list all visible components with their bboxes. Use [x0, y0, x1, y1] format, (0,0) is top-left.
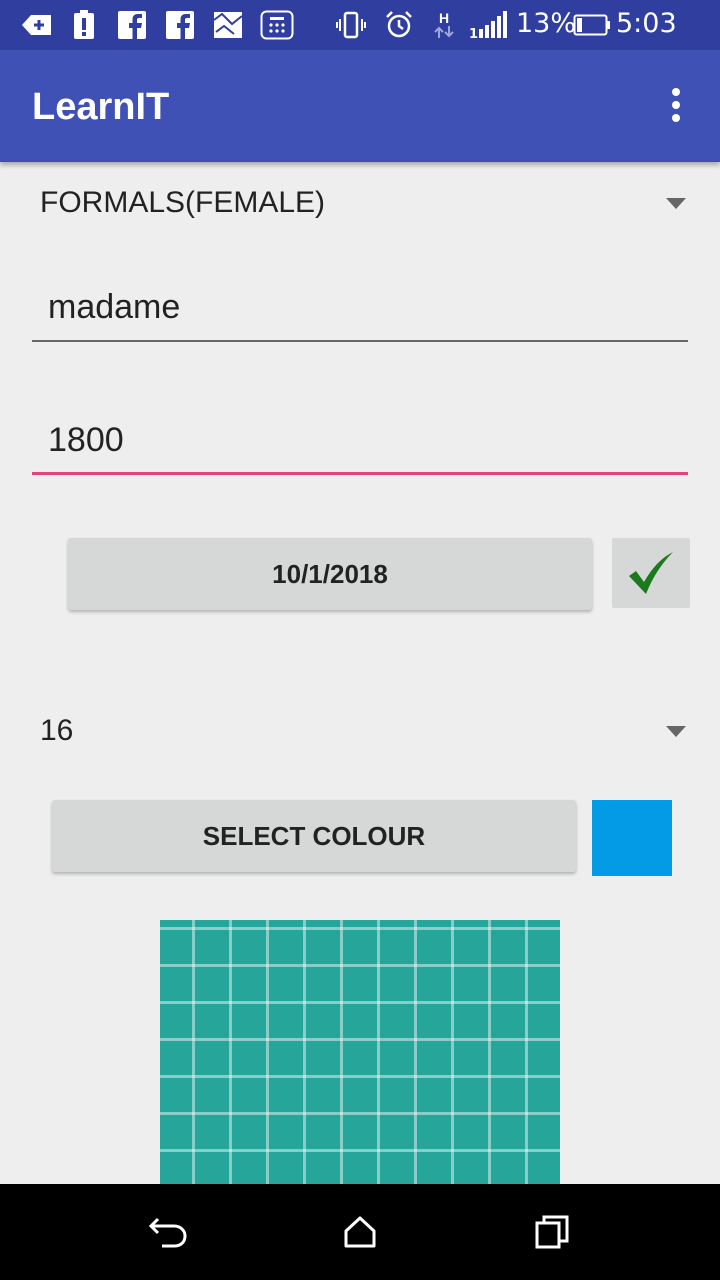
- home-icon[interactable]: [336, 1208, 384, 1256]
- navigation-bar: [0, 1184, 720, 1280]
- alarm-icon: [384, 10, 414, 40]
- category-spinner[interactable]: FORMALS(FEMALE): [0, 172, 720, 232]
- facebook-icon: [117, 10, 147, 40]
- battery-percent: 13%: [516, 8, 577, 39]
- svg-text:1: 1: [469, 27, 478, 39]
- select-colour-button[interactable]: SELECT COLOUR: [52, 800, 576, 872]
- calculator-icon: [260, 10, 294, 40]
- vibrate-icon: [336, 10, 366, 40]
- size-spinner-value: 16: [40, 714, 74, 747]
- back-icon[interactable]: [144, 1208, 192, 1256]
- number-field[interactable]: [32, 405, 688, 475]
- app-bar: LearnIT: [0, 50, 720, 162]
- app-title: LearnIT: [32, 86, 170, 128]
- overflow-menu-icon[interactable]: [660, 82, 692, 128]
- signal-icon: 1: [468, 10, 512, 40]
- number-field-underline: [32, 472, 688, 475]
- category-spinner-value: FORMALS(FEMALE): [40, 186, 326, 219]
- status-time-value: 5:03: [616, 8, 677, 39]
- dropdown-arrow-icon: [666, 726, 686, 737]
- check-icon: [629, 552, 673, 594]
- status-bar: H 1 13% 5:03 pm: [0, 0, 720, 69]
- data-arrows-icon: H: [432, 10, 456, 40]
- size-spinner[interactable]: 16: [0, 700, 720, 760]
- network-type-label: H: [438, 10, 450, 26]
- date-button[interactable]: 10/1/2018: [68, 538, 592, 610]
- photo-icon: [212, 10, 244, 40]
- recents-icon[interactable]: [528, 1208, 576, 1256]
- word-field-underline: [32, 340, 688, 342]
- number-input[interactable]: [32, 405, 688, 475]
- facebook-icon: [165, 10, 195, 40]
- alert-icon: [72, 10, 96, 40]
- pattern-preview: [160, 920, 560, 1184]
- battery-icon: [572, 10, 612, 40]
- word-field[interactable]: [32, 272, 688, 342]
- download-icon: [20, 10, 54, 40]
- word-input[interactable]: [32, 272, 688, 342]
- colour-swatch: [592, 800, 672, 876]
- dropdown-arrow-icon: [666, 198, 686, 209]
- confirm-button[interactable]: [612, 538, 690, 608]
